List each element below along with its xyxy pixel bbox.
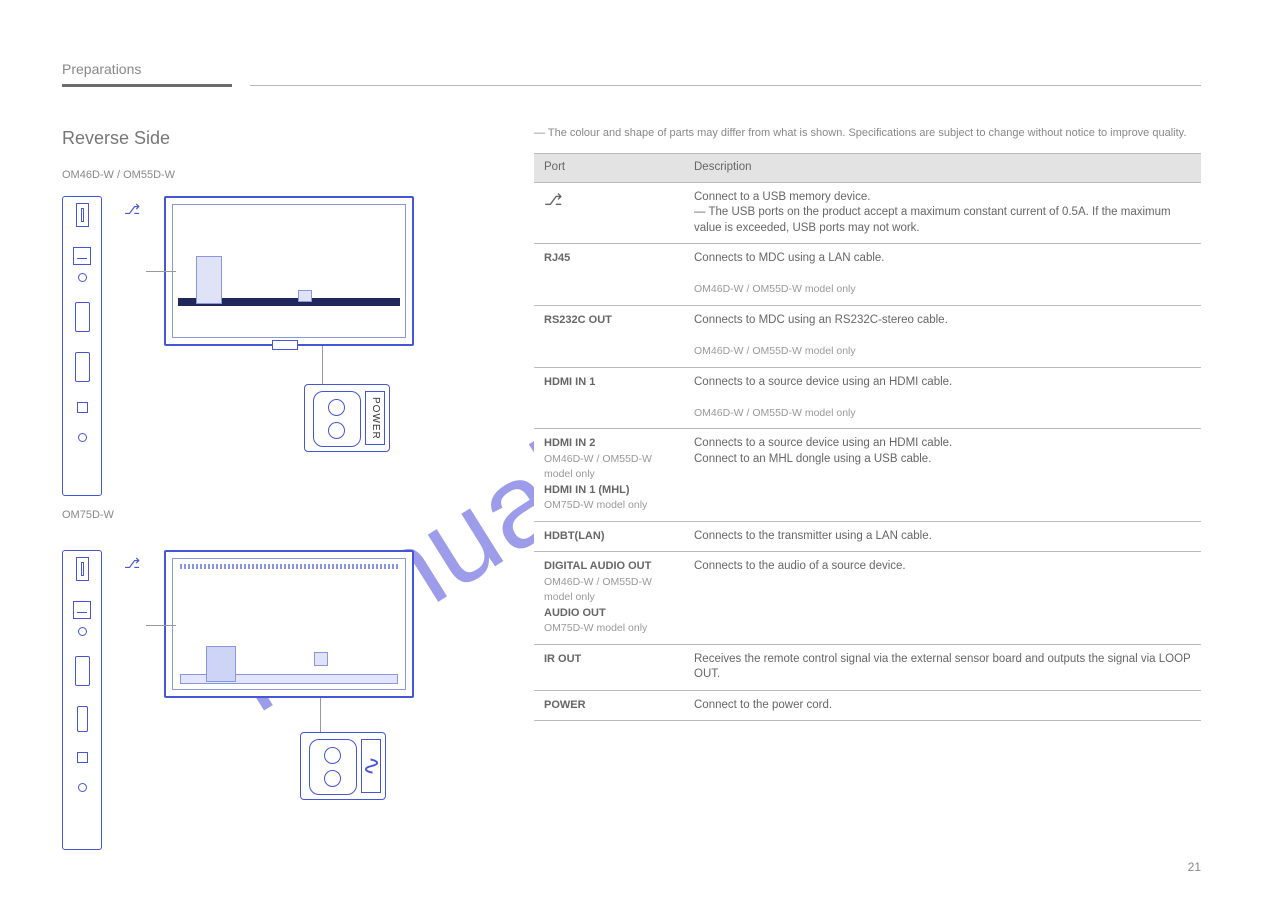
ir-jack-icon: [78, 783, 87, 792]
audio-jack-icon: [78, 273, 87, 282]
model-label-b: OM75D-W: [62, 508, 114, 523]
power-plug-icon: [309, 739, 357, 795]
power-plug-icon: [313, 391, 361, 447]
section-title: Reverse Side: [62, 126, 492, 150]
tv-rear-diagram-a: [164, 196, 414, 346]
power-inlet-diagram-a: POWER: [304, 384, 390, 452]
hdmi-port-icon: [75, 656, 90, 686]
usb-icon: ⎇: [124, 202, 140, 216]
port-strip-a: [62, 196, 102, 496]
table-row: HDBT(LAN)Connects to the transmitter usi…: [534, 521, 1201, 552]
optical-port-icon: [77, 402, 88, 413]
audio-jack-icon: [78, 627, 87, 636]
power-inlet-diagram-b: ∿: [300, 732, 386, 800]
table-row: ⎇Connect to a USB memory device.― The US…: [534, 182, 1201, 244]
desc-cell: Connects to a source device using an HDM…: [684, 367, 1201, 429]
hdmi-port-icon: [75, 302, 90, 332]
port-strip-b: [62, 550, 102, 850]
desc-cell: Connects to a source device using an HDM…: [684, 429, 1201, 522]
table-header-desc: Description: [684, 154, 1201, 183]
left-column: Reverse Side OM46D-W / OM55D-W ⎇: [62, 126, 492, 904]
model-label-a: OM46D-W / OM55D-W: [62, 168, 175, 183]
desc-cell: Connects to the audio of a source device…: [684, 552, 1201, 645]
page-number: 21: [1188, 859, 1201, 875]
ports-table: Port Description ⎇Connect to a USB memor…: [534, 153, 1201, 721]
power-label: POWER: [365, 391, 385, 445]
usb-port-icon: [76, 557, 89, 581]
port-cell: RS232C OUT: [534, 306, 684, 368]
chapter-title: Preparations: [62, 60, 141, 79]
lan-port-icon: [73, 247, 91, 265]
port-cell: DIGITAL AUDIO OUTOM46D-W / OM55D-W model…: [534, 552, 684, 645]
tv-rear-diagram-b: [164, 550, 414, 698]
table-row: IR OUTReceives the remote control signal…: [534, 644, 1201, 690]
table-row: RS232C OUTConnects to MDC using an RS232…: [534, 306, 1201, 368]
port-cell: ⎇: [534, 182, 684, 244]
optical-port-icon: [77, 752, 88, 763]
mhl-port-icon: [77, 706, 88, 732]
table-row: RJ45Connects to MDC using a LAN cable. O…: [534, 244, 1201, 306]
table-row: POWERConnect to the power cord.: [534, 690, 1201, 721]
table-row: DIGITAL AUDIO OUTOM46D-W / OM55D-W model…: [534, 552, 1201, 645]
desc-cell: Receives the remote control signal via t…: [684, 644, 1201, 690]
desc-cell: Connect to a USB memory device.― The USB…: [684, 182, 1201, 244]
desc-cell: Connects to MDC using a LAN cable. OM46D…: [684, 244, 1201, 306]
usb-icon: ⎇: [124, 556, 140, 570]
usb-port-icon: [76, 203, 89, 227]
table-header-port: Port: [534, 154, 684, 183]
power-ac-label: ∿: [361, 739, 381, 793]
lan-port-icon: [73, 601, 91, 619]
header-rule-thick: [62, 84, 232, 87]
table-row: HDMI IN 2OM46D-W / OM55D-W model onlyHDM…: [534, 429, 1201, 522]
header-rule-thin: [250, 85, 1201, 86]
desc-cell: Connect to the power cord.: [684, 690, 1201, 721]
port-cell: IR OUT: [534, 644, 684, 690]
right-column: ― The colour and shape of parts may diff…: [534, 126, 1201, 721]
desc-cell: Connects to the transmitter using a LAN …: [684, 521, 1201, 552]
port-cell: HDBT(LAN): [534, 521, 684, 552]
port-cell: HDMI IN 2OM46D-W / OM55D-W model onlyHDM…: [534, 429, 684, 522]
port-cell: RJ45: [534, 244, 684, 306]
port-cell: POWER: [534, 690, 684, 721]
hdmi-port-icon: [75, 352, 90, 382]
port-cell: HDMI IN 1: [534, 367, 684, 429]
ir-jack-icon: [78, 433, 87, 442]
desc-cell: Connects to MDC using an RS232C-stereo c…: [684, 306, 1201, 368]
table-row: HDMI IN 1Connects to a source device usi…: [534, 367, 1201, 429]
caution-note: ― The colour and shape of parts may diff…: [534, 126, 1201, 141]
